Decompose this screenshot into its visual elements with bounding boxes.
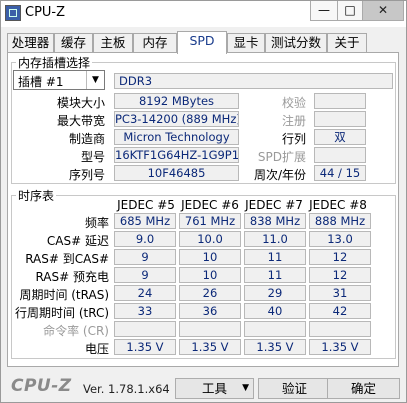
- close-button[interactable]: ✕: [362, 1, 404, 21]
- max-bandwidth-label: 最大带宽: [56, 114, 105, 128]
- tab-cpu[interactable]: 处理器: [7, 33, 54, 52]
- timing-cell: 33: [114, 303, 176, 319]
- timing-cell: 10: [179, 267, 241, 283]
- timing-cell: [179, 321, 241, 337]
- correction-label: 校验: [281, 96, 306, 110]
- tab-spd[interactable]: SPD: [177, 31, 227, 54]
- timing-cell: 12: [309, 267, 371, 283]
- part-number-label: 型号: [80, 150, 105, 164]
- minimize-button[interactable]: —: [310, 1, 338, 21]
- spd-ext-label: SPD扩展: [257, 150, 306, 164]
- timing-cell: 40: [244, 303, 306, 319]
- manufacturer-label: 制造商: [68, 132, 105, 146]
- tools-button[interactable]: 工具 ▼: [175, 378, 254, 399]
- timing-col-header: JEDEC #7: [245, 198, 303, 212]
- chevron-down-icon[interactable]: ▼: [86, 71, 104, 89]
- timing-cell: 11: [244, 267, 306, 283]
- timing-cell: [114, 321, 176, 337]
- tab-caches[interactable]: 缓存: [54, 33, 93, 52]
- maximize-button[interactable]: □: [337, 1, 363, 21]
- validate-button[interactable]: 验证: [258, 378, 331, 399]
- window-title: CPU-Z: [25, 5, 66, 20]
- timing-cell: 11.0: [244, 231, 306, 247]
- registered-label: 注册: [281, 114, 306, 128]
- timing-cell: 10.0: [179, 231, 241, 247]
- timing-cell: 9: [114, 267, 176, 283]
- slot-select-value: 插槽 #1: [18, 75, 64, 89]
- timing-cell: [244, 321, 306, 337]
- timing-cell: 9: [114, 249, 176, 265]
- ok-button[interactable]: 确定: [327, 378, 400, 399]
- row-label-frequency: 频率: [84, 216, 109, 230]
- tab-about[interactable]: 关于: [327, 33, 367, 52]
- timing-col-header: JEDEC #8: [309, 198, 367, 212]
- timing-cell: 9.0: [114, 231, 176, 247]
- row-label-ras-precharge: RAS# 预充电: [35, 270, 109, 284]
- tab-memory[interactable]: 内存: [133, 33, 177, 52]
- timing-cell: 1.35 V: [244, 339, 306, 355]
- timing-col-header: JEDEC #5: [117, 198, 175, 212]
- timing-cell: [309, 321, 371, 337]
- timing-cell: 10: [179, 249, 241, 265]
- cpuz-logo: CPU-Z: [11, 376, 72, 396]
- timing-cell: 36: [179, 303, 241, 319]
- timing-cell: 1.35 V: [179, 339, 241, 355]
- correction-field: [314, 93, 366, 109]
- timings-legend: 时序表: [18, 189, 55, 203]
- tab-graphics[interactable]: 显卡: [227, 33, 265, 52]
- timing-cell: 29: [244, 285, 306, 301]
- timing-cell: 11: [244, 249, 306, 265]
- module-size-label: 模块大小: [56, 96, 105, 110]
- chevron-down-icon: ▼: [242, 383, 249, 393]
- timing-col-header: JEDEC #6: [181, 198, 239, 212]
- cpuz-window: CPU-Z — □ ✕ 处理器 缓存 主板 内存 SPD 显卡 测试分数 关于 …: [0, 0, 407, 403]
- timing-cell: 13.0: [309, 231, 371, 247]
- slot-select[interactable]: 插槽 #1 ▼: [13, 70, 105, 90]
- tab-mainboard[interactable]: 主板: [93, 33, 133, 52]
- max-bandwidth-field: PC3-14200 (889 MHz): [114, 111, 239, 127]
- part-number-field: 16KTF1G64HZ-1G9P1: [114, 147, 239, 163]
- timing-cell: 838 MHz: [244, 213, 306, 229]
- row-label-ras-to-cas: RAS# 到CAS#: [25, 252, 109, 266]
- ranks-field: 双: [314, 129, 366, 145]
- slot-selection-legend: 内存插槽选择: [18, 56, 91, 70]
- ranks-label: 行列: [281, 132, 306, 146]
- cpuz-app-icon: [5, 5, 21, 21]
- timing-cell: 24: [114, 285, 176, 301]
- timing-cell: 42: [309, 303, 371, 319]
- timing-cell: 31: [309, 285, 371, 301]
- tab-bench[interactable]: 测试分数: [265, 33, 327, 52]
- timing-cell: 26: [179, 285, 241, 301]
- serial-number-field: 10F46485: [114, 165, 239, 181]
- row-label-cas: CAS# 延迟: [46, 234, 109, 248]
- row-label-voltage: 电压: [84, 342, 109, 356]
- module-size-field: 8192 MBytes: [114, 93, 239, 109]
- timing-cell: 1.35 V: [114, 339, 176, 355]
- spd-ext-field: [314, 147, 366, 163]
- timing-cell: 888 MHz: [309, 213, 371, 229]
- row-label-tras: 周期时间 (tRAS): [19, 288, 109, 302]
- registered-field: [314, 111, 366, 127]
- timing-cell: 685 MHz: [114, 213, 176, 229]
- title-bar[interactable]: CPU-Z — □ ✕: [1, 1, 406, 27]
- footer-bar: CPU-Z Ver. 1.78.1.x64 工具 ▼ 验证 确定: [1, 371, 406, 402]
- timing-cell: 12: [309, 249, 371, 265]
- timing-cell: 1.35 V: [309, 339, 371, 355]
- row-label-trc: 行周期时间 (tRC): [15, 306, 110, 320]
- row-label-command-rate: 命令率 (CR): [43, 324, 109, 338]
- week-year-label: 周次/年份: [253, 168, 306, 182]
- timing-cell: 761 MHz: [179, 213, 241, 229]
- serial-number-label: 序列号: [68, 168, 105, 182]
- tools-button-label: 工具: [201, 381, 227, 396]
- memory-type-field: DDR3: [114, 73, 393, 89]
- week-year-field: 44 / 15: [314, 165, 366, 181]
- manufacturer-field: Micron Technology: [114, 129, 239, 145]
- version-label: Ver. 1.78.1.x64: [83, 382, 170, 396]
